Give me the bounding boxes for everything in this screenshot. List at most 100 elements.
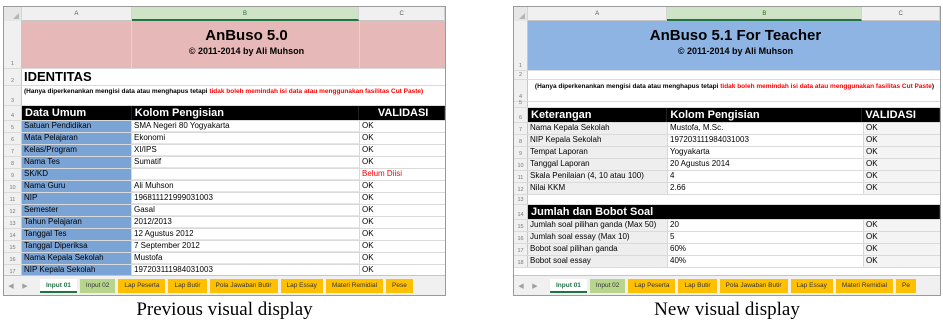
row-number[interactable]: 4 xyxy=(4,106,22,120)
sheet-tab[interactable]: Input 02 xyxy=(589,278,626,293)
input-cell[interactable]: 40% xyxy=(668,256,864,267)
row-number[interactable]: 8 xyxy=(4,157,22,168)
select-all-corner[interactable] xyxy=(4,7,22,21)
label-cell[interactable]: Jumlah soal essay (Max 10) xyxy=(528,232,668,243)
validation-cell[interactable]: OK xyxy=(360,229,445,240)
row-number[interactable]: 13 xyxy=(514,195,528,204)
blank-cell[interactable] xyxy=(528,102,940,107)
validation-cell[interactable]: OK xyxy=(864,147,940,158)
label-cell[interactable]: Tempat Laporan xyxy=(528,147,668,158)
tab-scroll-left-icon[interactable]: ◀ xyxy=(4,282,18,290)
label-cell[interactable]: NIP xyxy=(22,193,132,204)
title-cell-c[interactable] xyxy=(360,21,445,68)
label-cell[interactable]: Nama Guru xyxy=(22,181,132,192)
sheet-tab[interactable]: Input 02 xyxy=(79,278,116,293)
row-number[interactable]: 15 xyxy=(514,220,528,231)
validation-cell[interactable]: OK xyxy=(360,253,445,264)
label-cell[interactable]: Semester xyxy=(22,205,132,216)
column-header-a[interactable]: A xyxy=(528,7,668,21)
header-validasi[interactable]: VALIDASI xyxy=(862,108,940,122)
row-number[interactable]: 5 xyxy=(514,100,528,107)
sheet-tab[interactable]: Lap Butir xyxy=(678,278,717,293)
header-kolom-pengisian[interactable]: Kolom Pengisian xyxy=(667,108,863,122)
validation-cell[interactable]: OK xyxy=(360,157,445,168)
input-cell[interactable]: 12 Agustus 2012 xyxy=(132,229,360,240)
input-cell[interactable]: SMA Negeri 80 Yogyakarta xyxy=(132,121,360,132)
row-number[interactable]: 18 xyxy=(514,256,528,267)
row-number[interactable]: 2 xyxy=(4,69,22,85)
row-number[interactable]: 6 xyxy=(514,108,528,122)
validation-cell[interactable]: OK xyxy=(864,171,940,182)
input-cell[interactable]: 197203111984031003 xyxy=(668,135,864,146)
sheet-tab[interactable]: Lap Peserta xyxy=(628,278,676,293)
input-cell[interactable]: Mustofa xyxy=(132,253,360,264)
sheet-tab[interactable]: Pe xyxy=(896,278,916,293)
row-number[interactable]: 7 xyxy=(514,123,528,134)
label-cell[interactable]: Nilai KKM xyxy=(528,183,668,194)
validation-cell[interactable]: OK xyxy=(360,205,445,216)
row-number[interactable]: 4 xyxy=(514,80,528,101)
sheet-tab[interactable]: Lap Butir xyxy=(168,278,207,293)
blank-cell[interactable] xyxy=(528,195,940,204)
input-cell[interactable]: 2.66 xyxy=(668,183,864,194)
row-number[interactable]: 14 xyxy=(514,205,528,219)
input-cell[interactable]: 5 xyxy=(668,232,864,243)
input-cell[interactable]: Gasal xyxy=(132,205,360,216)
sheet-tab[interactable]: Pola Jawaban Butir xyxy=(719,278,788,293)
row-number[interactable]: 2 xyxy=(514,71,528,79)
instruction-note[interactable]: (Hanya diperkenankan mengisi data atau m… xyxy=(528,80,940,101)
sheet-tab[interactable]: Materi Remidial xyxy=(325,278,384,293)
label-cell[interactable]: Tanggal Laporan xyxy=(528,159,668,170)
tab-scroll-right-icon[interactable]: ▶ xyxy=(18,282,32,290)
column-header-a[interactable]: A xyxy=(22,7,132,21)
row-number[interactable]: 17 xyxy=(4,265,22,275)
validation-cell[interactable]: OK xyxy=(864,123,940,134)
row-number[interactable]: 10 xyxy=(4,181,22,192)
label-cell[interactable]: NIP Kepala Sekolah xyxy=(22,265,132,275)
row-number[interactable]: 1 xyxy=(4,21,22,68)
column-header-c[interactable]: C xyxy=(359,7,445,21)
validation-cell[interactable]: OK xyxy=(864,244,940,255)
sheet-tab[interactable]: Pola Jawaban Butir xyxy=(209,278,278,293)
label-cell[interactable]: SK/KD xyxy=(22,169,132,180)
validation-cell[interactable]: OK xyxy=(360,181,445,192)
sheet-tab[interactable]: Input 01 xyxy=(550,278,587,293)
row-number[interactable]: 16 xyxy=(514,232,528,243)
row-number[interactable]: 11 xyxy=(4,193,22,204)
tab-scroll-right-icon[interactable]: ▶ xyxy=(528,282,542,290)
header-validasi[interactable]: VALIDASI xyxy=(359,106,445,120)
validation-cell[interactable]: OK xyxy=(864,135,940,146)
validation-cell[interactable]: OK xyxy=(360,241,445,252)
label-cell[interactable]: Nama Tes xyxy=(22,157,132,168)
section-heading[interactable]: IDENTITAS xyxy=(22,69,445,85)
validation-cell[interactable]: OK xyxy=(360,193,445,204)
sheet-tab[interactable]: Lap Essay xyxy=(280,278,323,293)
input-cell[interactable]: 2012/2013 xyxy=(132,217,360,228)
row-number[interactable]: 15 xyxy=(4,241,22,252)
instruction-note[interactable]: (Hanya diperkenankan mengisi data atau m… xyxy=(22,86,445,105)
section-heading-jumlah-bobot[interactable]: Jumlah dan Bobot Soal xyxy=(528,205,940,219)
row-number[interactable]: 17 xyxy=(514,244,528,255)
input-cell[interactable]: Ali Muhson xyxy=(132,181,360,192)
header-keterangan[interactable]: Keterangan xyxy=(528,108,668,122)
label-cell[interactable]: Bobot soal pilihan ganda xyxy=(528,244,668,255)
tab-scroll-left-icon[interactable]: ◀ xyxy=(514,282,528,290)
label-cell[interactable]: Bobot soal essay xyxy=(528,256,668,267)
title-cell[interactable]: AnBuso 5.0 © 2011-2014 by Ali Muhson xyxy=(132,21,360,68)
row-number[interactable]: 12 xyxy=(4,205,22,216)
row-number[interactable]: 3 xyxy=(4,86,22,105)
sheet-tab[interactable]: Materi Remidial xyxy=(835,278,894,293)
sheet-tab[interactable]: Lap Peserta xyxy=(118,278,166,293)
input-cell[interactable]: 197203111984031003 xyxy=(132,265,360,275)
input-cell[interactable]: Yogyakarta xyxy=(668,147,864,158)
select-all-corner[interactable] xyxy=(514,7,528,21)
validation-cell[interactable]: OK xyxy=(864,256,940,267)
sheet-tab[interactable]: Input 01 xyxy=(40,278,77,293)
row-number[interactable]: 7 xyxy=(4,145,22,156)
row-number[interactable]: 9 xyxy=(514,147,528,158)
validation-cell[interactable]: Belum Diisi xyxy=(360,169,445,180)
input-cell[interactable] xyxy=(132,169,360,180)
row-number[interactable]: 16 xyxy=(4,253,22,264)
label-cell[interactable]: Skala Penilaian (4, 10 atau 100) xyxy=(528,171,668,182)
input-cell[interactable]: 20 xyxy=(668,220,864,231)
